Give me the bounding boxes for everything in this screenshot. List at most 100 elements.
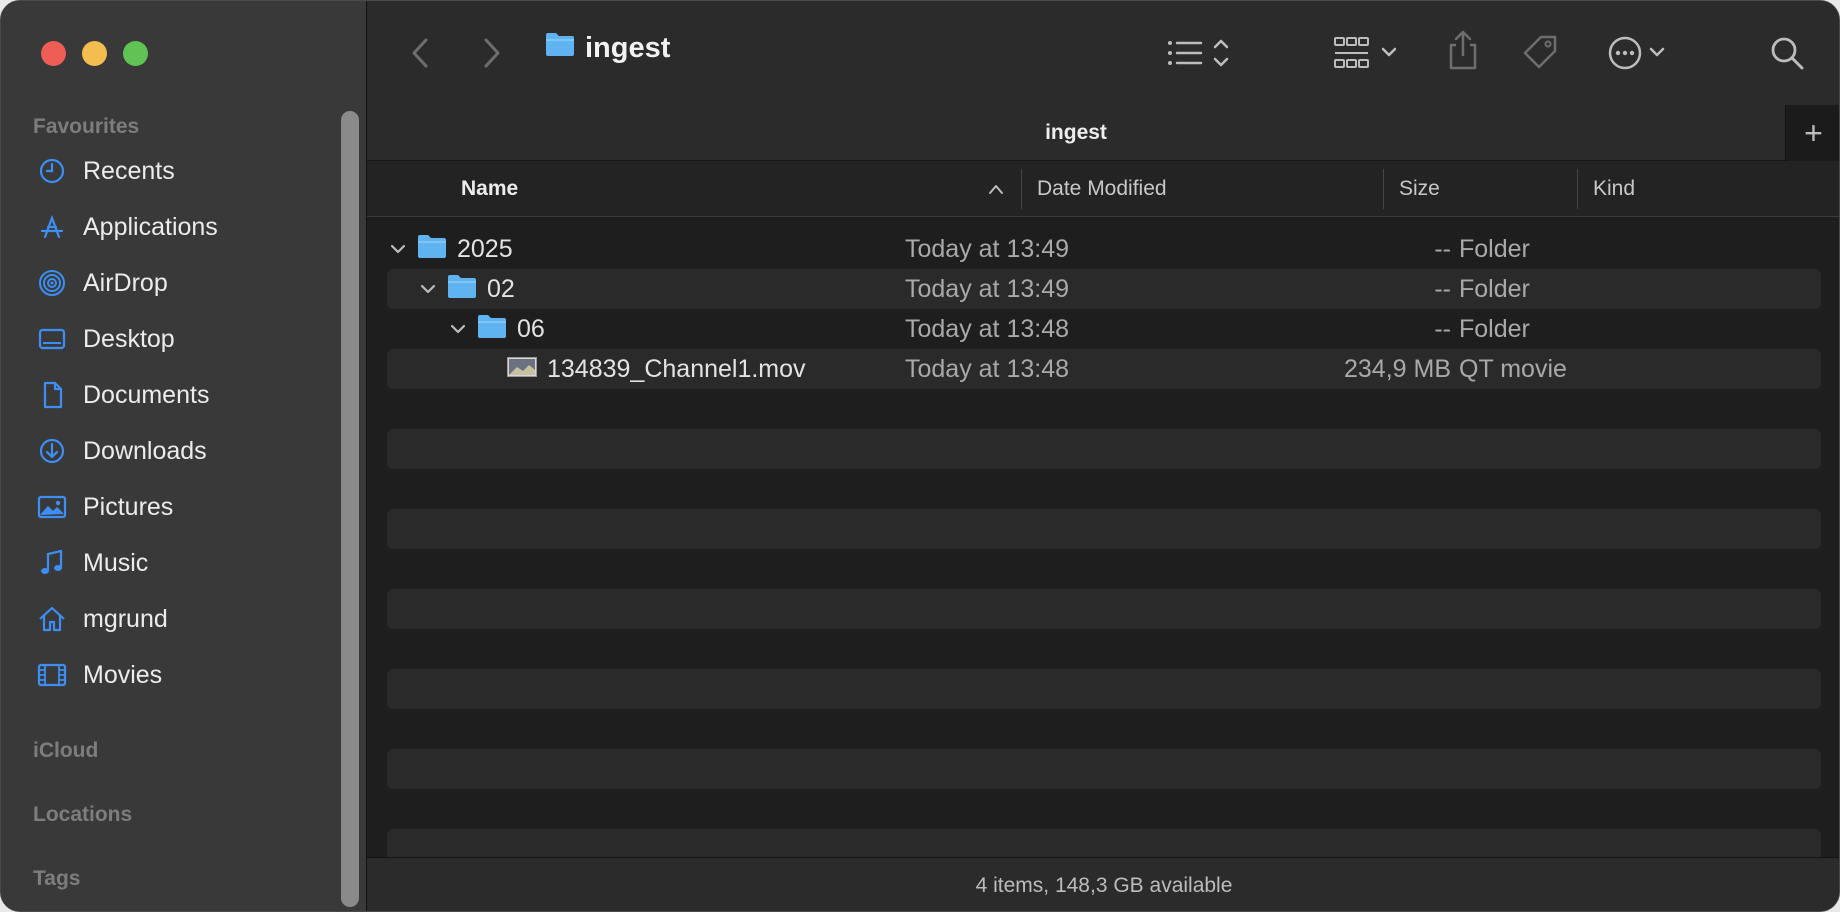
size-cell: --	[1434, 234, 1451, 263]
sidebar-item-label: mgrund	[83, 604, 168, 633]
empty-row	[387, 509, 1821, 549]
disclosure-chevron-down-icon[interactable]	[387, 238, 409, 260]
column-divider[interactable]	[1383, 169, 1384, 209]
group-button[interactable]	[1333, 33, 1403, 73]
empty-row	[387, 669, 1821, 709]
window-title-text: ingest	[585, 31, 671, 64]
window-title: ingest	[545, 31, 670, 65]
list-view-icon	[1168, 39, 1229, 67]
tab-ingest[interactable]: ingest	[367, 105, 1785, 161]
list-view-button[interactable]	[1167, 33, 1237, 73]
sidebar-item-label: Documents	[83, 380, 210, 409]
disclosure-chevron-down-icon[interactable]	[417, 278, 439, 300]
film-icon	[37, 660, 67, 690]
empty-row	[387, 429, 1821, 469]
grid-icon	[1334, 37, 1397, 68]
tag-icon	[1523, 35, 1557, 69]
new-tab-button[interactable]: +	[1785, 105, 1839, 161]
sidebar: Favourites Recents Applications AirDrop	[1, 1, 367, 911]
kind-cell: Folder	[1459, 274, 1530, 303]
folder-icon	[447, 273, 477, 306]
sidebar-item-movies[interactable]: Movies	[1, 647, 341, 703]
applications-icon	[37, 212, 67, 242]
back-button[interactable]	[405, 35, 435, 71]
sidebar-item-mgrund[interactable]: mgrund	[1, 591, 341, 647]
folder-icon	[477, 313, 507, 346]
sidebar-scrollbar[interactable]	[341, 111, 359, 907]
sidebar-item-applications[interactable]: Applications	[1, 199, 341, 255]
size-cell: --	[1434, 274, 1451, 303]
date-cell: Today at 13:49	[905, 234, 1070, 263]
date-cell: Today at 13:49	[905, 274, 1070, 303]
tab-bar: ingest +	[367, 105, 1839, 161]
more-actions-button[interactable]	[1607, 33, 1677, 73]
file-name: 2025	[457, 234, 513, 263]
pictures-icon	[37, 492, 67, 522]
sidebar-item-pictures[interactable]: Pictures	[1, 479, 341, 535]
sidebar-item-music[interactable]: Music	[1, 535, 341, 591]
sidebar-item-documents[interactable]: Documents	[1, 367, 341, 423]
table-row[interactable]: 02 Today at 13:49 -- Folder	[387, 269, 1821, 309]
close-button[interactable]	[41, 41, 66, 66]
sidebar-section-icloud[interactable]: iCloud	[33, 739, 98, 763]
ellipsis-circle-icon	[1608, 36, 1665, 70]
chevron-left-icon	[412, 38, 428, 68]
column-kind[interactable]: Kind	[1593, 161, 1635, 217]
document-icon	[37, 380, 67, 410]
airdrop-icon	[37, 268, 67, 298]
size-cell: 234,9 MB	[1343, 354, 1451, 383]
minimize-button[interactable]	[82, 41, 107, 66]
sidebar-item-recents[interactable]: Recents	[1, 143, 341, 199]
home-icon	[37, 604, 67, 634]
column-date-modified[interactable]: Date Modified	[1037, 161, 1167, 217]
column-name[interactable]: Name	[461, 161, 518, 217]
column-size[interactable]: Size	[1399, 161, 1440, 217]
name-cell: 02	[417, 269, 515, 309]
music-icon	[37, 548, 67, 578]
empty-row	[387, 749, 1821, 789]
sidebar-item-label: Applications	[83, 212, 218, 241]
sidebar-favourites-list: Recents Applications AirDrop Desktop Doc…	[1, 143, 341, 703]
sidebar-item-label: Desktop	[83, 324, 175, 353]
search-button[interactable]	[1767, 33, 1807, 73]
forward-button[interactable]	[477, 35, 507, 71]
sidebar-item-downloads[interactable]: Downloads	[1, 423, 341, 479]
kind-cell: Folder	[1459, 314, 1530, 343]
size-cell: --	[1434, 314, 1451, 343]
date-cell: Today at 13:48	[905, 314, 1070, 343]
search-icon	[1771, 37, 1804, 70]
main-pane: ingest ingest + Name Date Modified Size …	[367, 1, 1839, 911]
kind-cell: Folder	[1459, 234, 1530, 263]
file-name: 02	[487, 274, 515, 303]
chevron-right-icon	[484, 38, 500, 68]
table-row[interactable]: 2025 Today at 13:49 -- Folder	[387, 229, 1821, 269]
toolbar: ingest	[367, 1, 1839, 105]
column-divider[interactable]	[1021, 169, 1022, 209]
window-controls	[41, 41, 148, 66]
sidebar-item-label: Downloads	[83, 436, 207, 465]
maximize-button[interactable]	[123, 41, 148, 66]
clock-icon	[37, 156, 67, 186]
table-row[interactable]: 134839_Channel1.mov Today at 13:48 234,9…	[387, 349, 1821, 389]
file-name: 134839_Channel1.mov	[547, 354, 806, 383]
status-bar: 4 items, 148,3 GB available	[367, 857, 1839, 911]
sidebar-item-airdrop[interactable]: AirDrop	[1, 255, 341, 311]
sidebar-item-desktop[interactable]: Desktop	[1, 311, 341, 367]
date-cell: Today at 13:48	[905, 354, 1070, 383]
sidebar-item-label: Recents	[83, 156, 175, 185]
tag-button[interactable]	[1521, 31, 1561, 71]
share-icon	[1449, 30, 1477, 70]
sidebar-section-tags[interactable]: Tags	[33, 867, 80, 891]
empty-row	[387, 829, 1821, 857]
name-cell: 2025	[387, 229, 513, 269]
kind-cell: QT movie	[1459, 354, 1567, 383]
desktop-icon	[37, 324, 67, 354]
sort-indicator[interactable]	[987, 161, 1005, 217]
folder-icon	[545, 31, 575, 65]
disclosure-chevron-down-icon[interactable]	[447, 318, 469, 340]
share-button[interactable]	[1445, 27, 1481, 73]
table-row[interactable]: 06 Today at 13:48 -- Folder	[387, 309, 1821, 349]
column-divider[interactable]	[1577, 169, 1578, 209]
sidebar-section-locations[interactable]: Locations	[33, 803, 132, 827]
name-cell: 06	[447, 309, 545, 349]
